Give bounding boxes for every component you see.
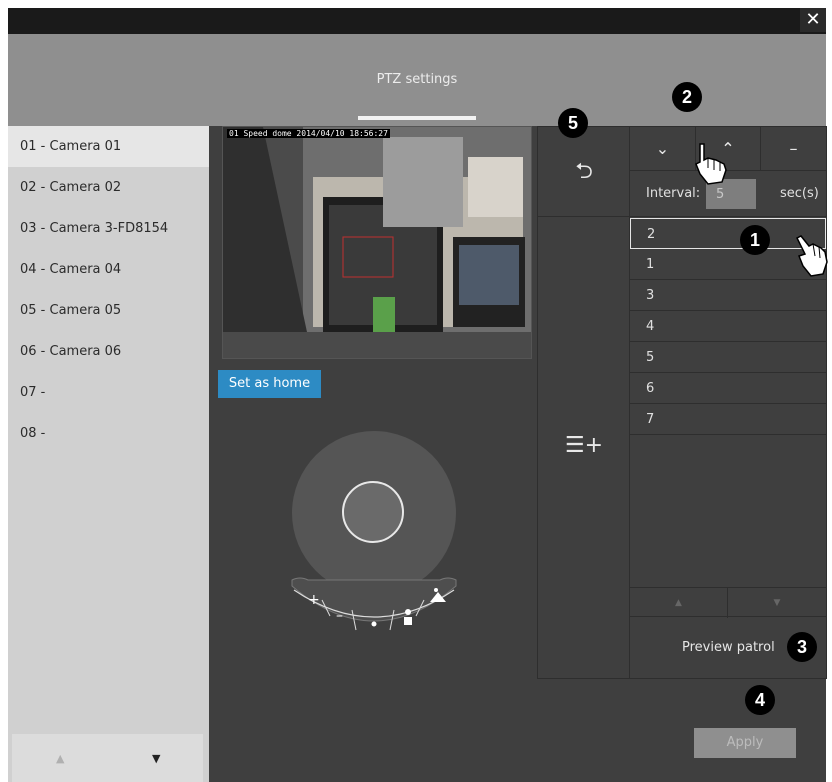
preset-item[interactable]: 4 [630,311,826,342]
camera-item[interactable]: 05 - Camera 05 [8,290,209,331]
page-title: PTZ settings [376,72,458,87]
svg-text:–: – [336,608,343,624]
focus-auto-icon[interactable] [371,621,377,627]
title-bar: ✕ [8,8,826,34]
interval-unit: sec(s) [780,186,819,201]
focus-near-icon[interactable] [404,609,412,625]
preset-item[interactable]: 7 [630,404,826,435]
camera-item[interactable]: 01 - Camera 01 [8,126,209,167]
joystick-knob[interactable] [342,481,404,543]
close-icon[interactable]: ✕ [800,8,826,32]
scroll-up-icon[interactable]: ▲ [630,588,728,618]
preset-panel: ⮌ ☰+ ⌄ ⌃ – Interval: sec(s) 2 1 3 4 5 6 … [537,126,827,679]
undo-icon[interactable]: ⮌ [538,127,630,217]
svg-text:+: + [308,592,320,608]
preset-item[interactable]: 3 [630,280,826,311]
add-to-list-icon[interactable]: ☰+ [538,433,630,458]
preset-item[interactable]: 5 [630,342,826,373]
zoom-focus-controls: + – [291,577,457,631]
list-scroll-controls: ▲ ▼ [630,587,826,618]
callout-badge-1: 1 [740,225,770,255]
callout-badge-5: 5 [558,108,588,138]
set-as-home-button[interactable]: Set as home [218,370,321,398]
camera-list: 01 - Camera 01 02 - Camera 02 03 - Camer… [8,126,209,782]
patrol-actions: ⮌ ☰+ [538,127,630,678]
camera-item[interactable]: 08 - [8,413,209,454]
camera-item[interactable]: 06 - Camera 06 [8,331,209,372]
camera-item[interactable]: 04 - Camera 04 [8,249,209,290]
interval-label: Interval: [646,186,701,201]
callout-badge-2: 2 [672,82,702,112]
camera-list-pager: ▲ ▼ [12,734,203,782]
header: PTZ settings [8,34,826,126]
live-view-image [223,127,531,358]
camera-item[interactable]: 07 - [8,372,209,413]
apply-button[interactable]: Apply [694,728,796,758]
live-view-caption: 01 Speed dome 2014/04/10 18:56:27 [227,129,390,138]
page-down-icon[interactable]: ▼ [152,752,160,765]
ptz-joystick[interactable] [292,431,456,595]
preset-item[interactable]: 6 [630,373,826,404]
page-up-icon[interactable]: ▲ [56,752,64,765]
camera-live-view[interactable]: 01 Speed dome 2014/04/10 18:56:27 [222,126,532,359]
hand-pointer-icon [795,235,828,277]
zoom-in-icon[interactable]: + [308,592,320,608]
hand-pointer-icon [695,143,727,185]
camera-item[interactable]: 02 - Camera 02 [8,167,209,208]
zoom-out-icon[interactable]: – [336,608,343,624]
tab-indicator [358,116,476,120]
remove-icon[interactable]: – [761,127,826,171]
callout-badge-4: 4 [745,685,775,715]
ptz-settings-window: ✕ PTZ settings 01 - Camera 01 02 - Camer… [8,8,827,782]
scroll-down-icon[interactable]: ▼ [728,588,826,618]
callout-badge-3: 3 [787,632,817,662]
patrol-list-panel: ⌄ ⌃ – Interval: sec(s) 2 1 3 4 5 6 7 ▲ ▼ [630,127,826,678]
move-down-icon[interactable]: ⌄ [630,127,696,171]
camera-item[interactable]: 03 - Camera 3-FD8154 [8,208,209,249]
